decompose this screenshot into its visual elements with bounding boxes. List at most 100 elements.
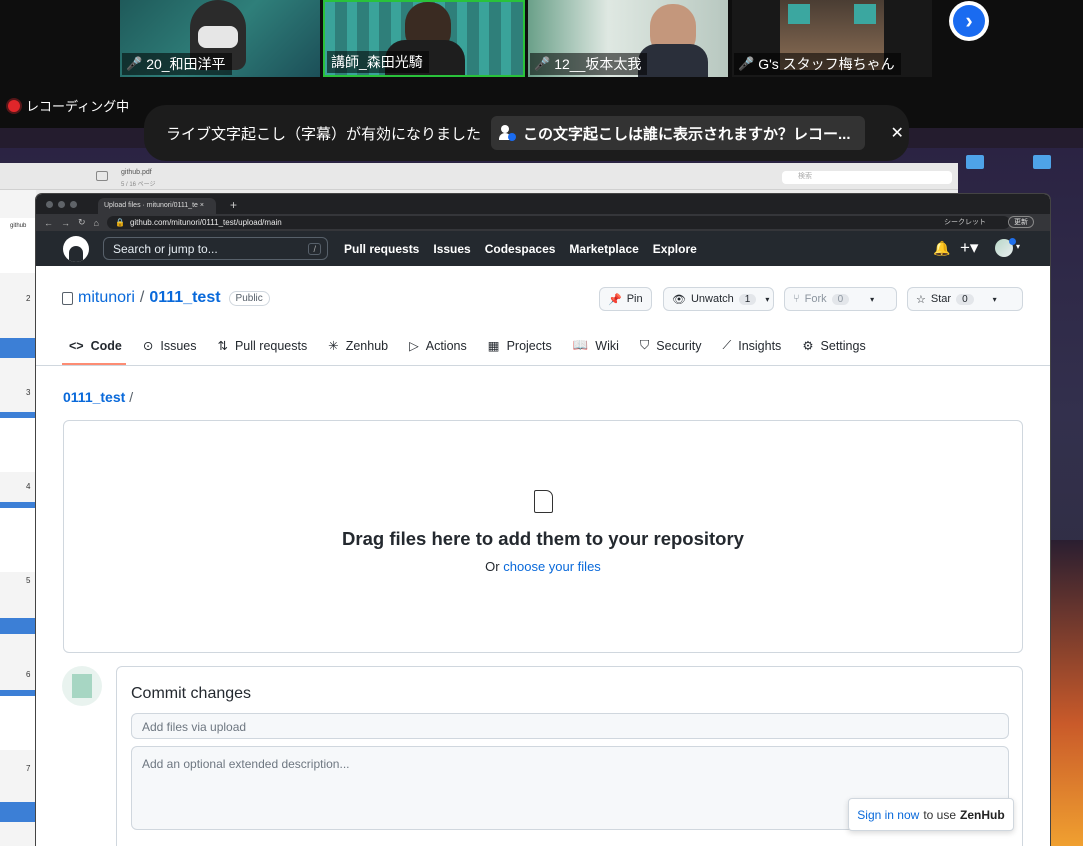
unwatch-button[interactable]: 👁 Unwatch 1 ▾	[663, 287, 774, 311]
search-placeholder: Search or jump to...	[113, 241, 218, 256]
tab-actions[interactable]: ▷ Actions	[409, 338, 467, 354]
window-controls[interactable]	[46, 201, 77, 208]
gear-icon: ⚙	[802, 339, 814, 353]
repo-owner-link[interactable]: mitunori	[78, 289, 135, 307]
thumbnail-page[interactable]	[0, 802, 36, 822]
video-tile-3[interactable]: 🎤 12__坂本太我	[528, 0, 728, 77]
thumbnail-page[interactable]: github	[0, 218, 36, 273]
pin-button[interactable]: 📌 Pin	[599, 287, 652, 311]
upload-dropzone[interactable]: Drag files here to add them to your repo…	[63, 420, 1023, 653]
new-tab-button[interactable]: +	[230, 198, 237, 212]
bell-icon[interactable]: 🔔	[933, 240, 950, 257]
tab-code[interactable]: <> Code	[69, 339, 122, 353]
close-icon[interactable]: ✕	[891, 123, 904, 143]
search-shortcut-key: /	[308, 242, 321, 255]
unwatch-label: Unwatch	[690, 293, 734, 305]
tab-security[interactable]: ⛉ Security	[640, 338, 702, 353]
signin-link[interactable]: Sign in now	[857, 808, 919, 822]
commit-summary-input[interactable]: Add files via upload	[131, 713, 1009, 739]
thumbnail-page[interactable]	[0, 502, 36, 572]
caption-question-text: この文字起こしは誰に表示されますか？レコー...	[523, 125, 851, 143]
chevron-right-icon: ›	[953, 5, 985, 37]
tab-label: Security	[656, 338, 702, 353]
video-tile-4[interactable]: 🎤 G's スタッフ梅ちゃん	[732, 0, 932, 77]
screen: 🎤 20_和田洋平 講師_森田光騎 🎤 12__坂本太我 🎤 G's スタッフ梅ちゃん…	[0, 0, 1083, 846]
repo-separator: /	[139, 289, 145, 306]
breadcrumb-separator: /	[129, 389, 134, 405]
browser-tab[interactable]: Upload files · mitunori/0111_te ×	[98, 198, 216, 214]
star-label: Star	[930, 293, 952, 305]
or-text: Or	[485, 559, 500, 574]
tab-pull-requests[interactable]: ⇅ Pull requests	[217, 338, 307, 354]
mic-muted-icon: 🎤	[534, 56, 551, 71]
thumbnail-page-number: 5	[26, 576, 31, 585]
thumbnail-page[interactable]	[0, 618, 36, 634]
next-participants-button[interactable]: ›	[949, 1, 989, 41]
nav-issues[interactable]: Issues	[433, 242, 470, 256]
book-icon: 📖	[572, 338, 589, 352]
tab-wiki[interactable]: 📖 Wiki	[573, 338, 619, 353]
fork-icon: ⑂	[793, 293, 800, 305]
committer-avatar	[62, 666, 102, 706]
thumbnail-page[interactable]	[0, 690, 36, 750]
recording-indicator: レコーディング中	[8, 96, 129, 115]
tab-close-icon[interactable]: ×	[200, 202, 204, 209]
browser-address-row: ← → ↻ ⌂ 🔒 github.com/mitunori/0111_test/u…	[36, 214, 1050, 231]
nav-pull-requests[interactable]: Pull requests	[344, 242, 419, 256]
tab-settings[interactable]: ⚙ Settings	[802, 338, 865, 354]
repo-tabs: <> Code ⊙ Issues ⇅ Pull requests ✳ Zenhub ▷ A…	[69, 338, 887, 353]
desktop-folder-icon[interactable]	[966, 155, 984, 169]
breadcrumb-repo-link[interactable]: 0111_test	[63, 389, 125, 405]
thumbnail-page[interactable]	[0, 412, 36, 472]
update-button[interactable]: 更新	[1008, 216, 1034, 228]
repo-name-link[interactable]: 0111_test	[149, 289, 220, 307]
thumbnail-page-number: 2	[26, 294, 31, 303]
pin-label: Pin	[626, 293, 643, 305]
nav-marketplace[interactable]: Marketplace	[569, 242, 638, 256]
url-bar[interactable]: 🔒 github.com/mitunori/0111_test/upload/ma…	[106, 216, 1010, 229]
tab-label: Actions	[425, 338, 467, 353]
github-logo-mark	[69, 245, 83, 262]
star-icon: ☆	[916, 293, 926, 306]
github-logo-icon[interactable]	[63, 235, 89, 262]
participant-name-text: 講師_森田光騎	[331, 54, 423, 70]
desktop-folder-icon[interactable]	[1033, 155, 1051, 169]
preview-page-info: 5 / 16 ページ	[121, 182, 156, 188]
zenhub-signin-banner[interactable]: Sign in now to use ZenHub	[848, 798, 1014, 831]
choose-files-link[interactable]: choose your files	[503, 559, 601, 574]
video-tile-1[interactable]: 🎤 20_和田洋平	[120, 0, 320, 77]
sidebar-toggle-icon[interactable]	[96, 171, 108, 181]
tab-insights[interactable]: ⟋ Insights	[722, 338, 781, 353]
repo-icon	[62, 291, 73, 305]
chevron-down-icon[interactable]: ▾	[1016, 242, 1020, 251]
avatar-status-dot	[1009, 238, 1016, 245]
preview-search-field[interactable]: 検索	[782, 171, 952, 184]
star-button[interactable]: ☆ Star 0 ▾	[907, 287, 1023, 311]
breadcrumb: 0111_test /	[63, 389, 133, 405]
thumbnail-page[interactable]	[0, 338, 36, 358]
file-icon	[534, 490, 553, 513]
tab-projects[interactable]: ▦ Projects	[488, 338, 552, 354]
tab-issues[interactable]: ⊙ Issues	[143, 338, 197, 354]
search-input[interactable]: Search or jump to... /	[103, 237, 328, 260]
nav-explore[interactable]: Explore	[653, 242, 697, 256]
browser-window: Upload files · mitunori/0111_te × + ← → …	[36, 194, 1050, 846]
browser-tab-bar: Upload files · mitunori/0111_te × +	[36, 194, 1050, 214]
reload-icon[interactable]: ↻	[78, 217, 86, 228]
person-head	[501, 125, 510, 133]
back-icon[interactable]: ←	[44, 218, 53, 228]
home-icon[interactable]: ⌂	[94, 218, 99, 228]
forward-icon[interactable]: →	[61, 218, 70, 228]
pin-icon: 📌	[608, 293, 622, 306]
menu-items-placeholder	[4, 134, 6, 143]
shield-icon: ⛉	[639, 338, 650, 352]
video-tile-2[interactable]: 講師_森田光騎	[323, 0, 525, 77]
tab-zenhub[interactable]: ✳ Zenhub	[328, 338, 388, 354]
mic-muted-icon: 🎤	[738, 56, 755, 71]
dropzone-title: Drag files here to add them to your repo…	[342, 528, 744, 549]
plus-dropdown-icon[interactable]: +▾	[960, 238, 978, 258]
fork-button[interactable]: ⑂ Fork 0 ▾	[784, 287, 897, 311]
participant-name: 🎤 20_和田洋平	[122, 53, 232, 75]
nav-codespaces[interactable]: Codespaces	[485, 242, 556, 256]
caption-visibility-button[interactable]: この文字起こしは誰に表示されますか？レコー...	[491, 116, 865, 150]
